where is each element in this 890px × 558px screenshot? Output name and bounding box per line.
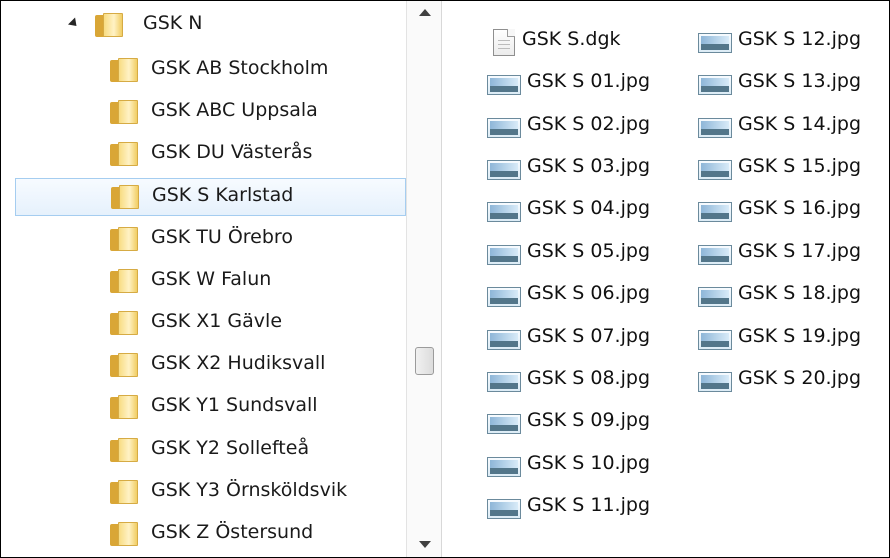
tree-item-label: GSK Z Östersund xyxy=(151,521,314,543)
explorer-window: GSK N GSK AB Stockholm GSK ABC Uppsala G… xyxy=(0,0,890,558)
file-name: GSK S 17.jpg xyxy=(738,240,861,262)
file-name: GSK S 13.jpg xyxy=(738,70,861,92)
image-file-icon xyxy=(698,202,732,222)
tree-item-gsk-tu-orebro[interactable]: GSK TU Örebro xyxy=(15,220,406,258)
file-name: GSK S 01.jpg xyxy=(527,70,650,92)
image-file-icon xyxy=(487,330,521,350)
tree-item-gsk-z-ostersund[interactable]: GSK Z Östersund xyxy=(15,515,406,553)
file-name: GSK S 12.jpg xyxy=(738,28,861,50)
file-name: GSK S.dgk xyxy=(522,28,621,50)
file-name: GSK S 11.jpg xyxy=(527,494,650,516)
tree-item-gsk-x2-hudiksvall[interactable]: GSK X2 Hudiksvall xyxy=(15,346,406,384)
folder-icon xyxy=(110,142,138,166)
file-name: GSK S 07.jpg xyxy=(527,325,650,347)
image-file-icon xyxy=(487,457,521,477)
file-name: GSK S 05.jpg xyxy=(527,240,650,262)
file-name: GSK S 09.jpg xyxy=(527,409,650,431)
tree-item-gsk-y2-solleftea[interactable]: GSK Y2 Sollefteå xyxy=(15,431,406,469)
image-file-icon xyxy=(487,414,521,434)
file-name: GSK S 15.jpg xyxy=(738,155,861,177)
file-name: GSK S 02.jpg xyxy=(527,113,650,135)
file-name: GSK S 06.jpg xyxy=(527,282,650,304)
image-file-icon xyxy=(487,160,521,180)
file-name: GSK S 19.jpg xyxy=(738,325,861,347)
file-name: GSK S 14.jpg xyxy=(738,113,861,135)
folder-icon xyxy=(95,13,123,37)
folder-icon xyxy=(110,227,138,251)
tree-item-label: GSK Y1 Sundsvall xyxy=(151,394,318,416)
folder-icon xyxy=(110,395,138,419)
tree-item-label: GSK N xyxy=(143,12,203,34)
folder-icon xyxy=(110,522,138,546)
file-name: GSK S 20.jpg xyxy=(738,367,861,389)
file-name: GSK S 10.jpg xyxy=(527,452,650,474)
folder-icon xyxy=(110,269,138,293)
folder-icon xyxy=(110,480,138,504)
scroll-up-arrow-icon[interactable] xyxy=(419,9,431,16)
folder-tree-pane: GSK N GSK AB Stockholm GSK ABC Uppsala G… xyxy=(1,1,406,557)
file-name: GSK S 08.jpg xyxy=(527,367,650,389)
tree-item-gsk-s-karlstad[interactable]: GSK S Karlstad xyxy=(15,178,406,216)
tree-item-label: GSK AB Stockholm xyxy=(151,57,329,79)
image-file-icon xyxy=(698,330,732,350)
image-file-icon xyxy=(698,245,732,265)
image-file-icon xyxy=(487,75,521,95)
file-list-pane: GSK S.dgk GSK S 01.jpg GSK S 02.jpg GSK … xyxy=(442,1,889,557)
tree-item-gsk-ab-stockholm[interactable]: GSK AB Stockholm xyxy=(15,51,406,89)
tree-item-gsk-x1-gavle[interactable]: GSK X1 Gävle xyxy=(15,304,406,342)
folder-icon xyxy=(110,100,138,124)
tree-item-label: GSK TU Örebro xyxy=(151,226,293,248)
tree-item-label: GSK ABC Uppsala xyxy=(151,99,318,121)
tree-item-gsk-n[interactable]: GSK N xyxy=(15,6,406,44)
folder-icon xyxy=(110,353,138,377)
tree-item-gsk-y1-sundsvall[interactable]: GSK Y1 Sundsvall xyxy=(15,388,406,426)
folder-icon xyxy=(111,185,139,209)
tree-item-gsk-w-falun[interactable]: GSK W Falun xyxy=(15,262,406,300)
scroll-down-arrow-icon[interactable] xyxy=(419,541,431,548)
collapse-triangle-icon[interactable] xyxy=(67,17,81,30)
document-icon xyxy=(493,29,515,56)
file-name: GSK S 18.jpg xyxy=(738,282,861,304)
folder-icon xyxy=(110,438,138,462)
image-file-icon xyxy=(698,75,732,95)
image-file-icon xyxy=(487,372,521,392)
tree-item-label: GSK DU Västerås xyxy=(151,141,313,163)
folder-icon xyxy=(110,311,138,335)
image-file-icon xyxy=(487,118,521,138)
tree-item-label: GSK X2 Hudiksvall xyxy=(151,352,326,374)
image-file-icon xyxy=(487,245,521,265)
tree-item-gsk-abc-uppsala[interactable]: GSK ABC Uppsala xyxy=(15,93,406,131)
tree-item-gsk-y3-ornskoldsvik[interactable]: GSK Y3 Örnsköldsvik xyxy=(15,473,406,511)
image-file-icon xyxy=(487,499,521,519)
image-file-icon xyxy=(698,160,732,180)
file-name: GSK S 16.jpg xyxy=(738,197,861,219)
vertical-scrollbar[interactable] xyxy=(406,1,442,557)
image-file-icon xyxy=(698,33,732,53)
tree-item-label: GSK S Karlstad xyxy=(152,184,294,206)
tree-item-label: GSK X1 Gävle xyxy=(151,310,283,332)
scrollbar-thumb[interactable] xyxy=(415,347,434,375)
image-file-icon xyxy=(487,202,521,222)
tree-item-gsk-du-vasteras[interactable]: GSK DU Västerås xyxy=(15,135,406,173)
file-name: GSK S 03.jpg xyxy=(527,155,650,177)
image-file-icon xyxy=(698,118,732,138)
image-file-icon xyxy=(698,287,732,307)
image-file-icon xyxy=(698,372,732,392)
tree-item-label: GSK W Falun xyxy=(151,268,272,290)
folder-icon xyxy=(110,58,138,82)
tree-item-label: GSK Y3 Örnsköldsvik xyxy=(151,479,348,501)
tree-item-label: GSK Y2 Sollefteå xyxy=(151,437,310,459)
image-file-icon xyxy=(487,287,521,307)
file-name: GSK S 04.jpg xyxy=(527,197,650,219)
